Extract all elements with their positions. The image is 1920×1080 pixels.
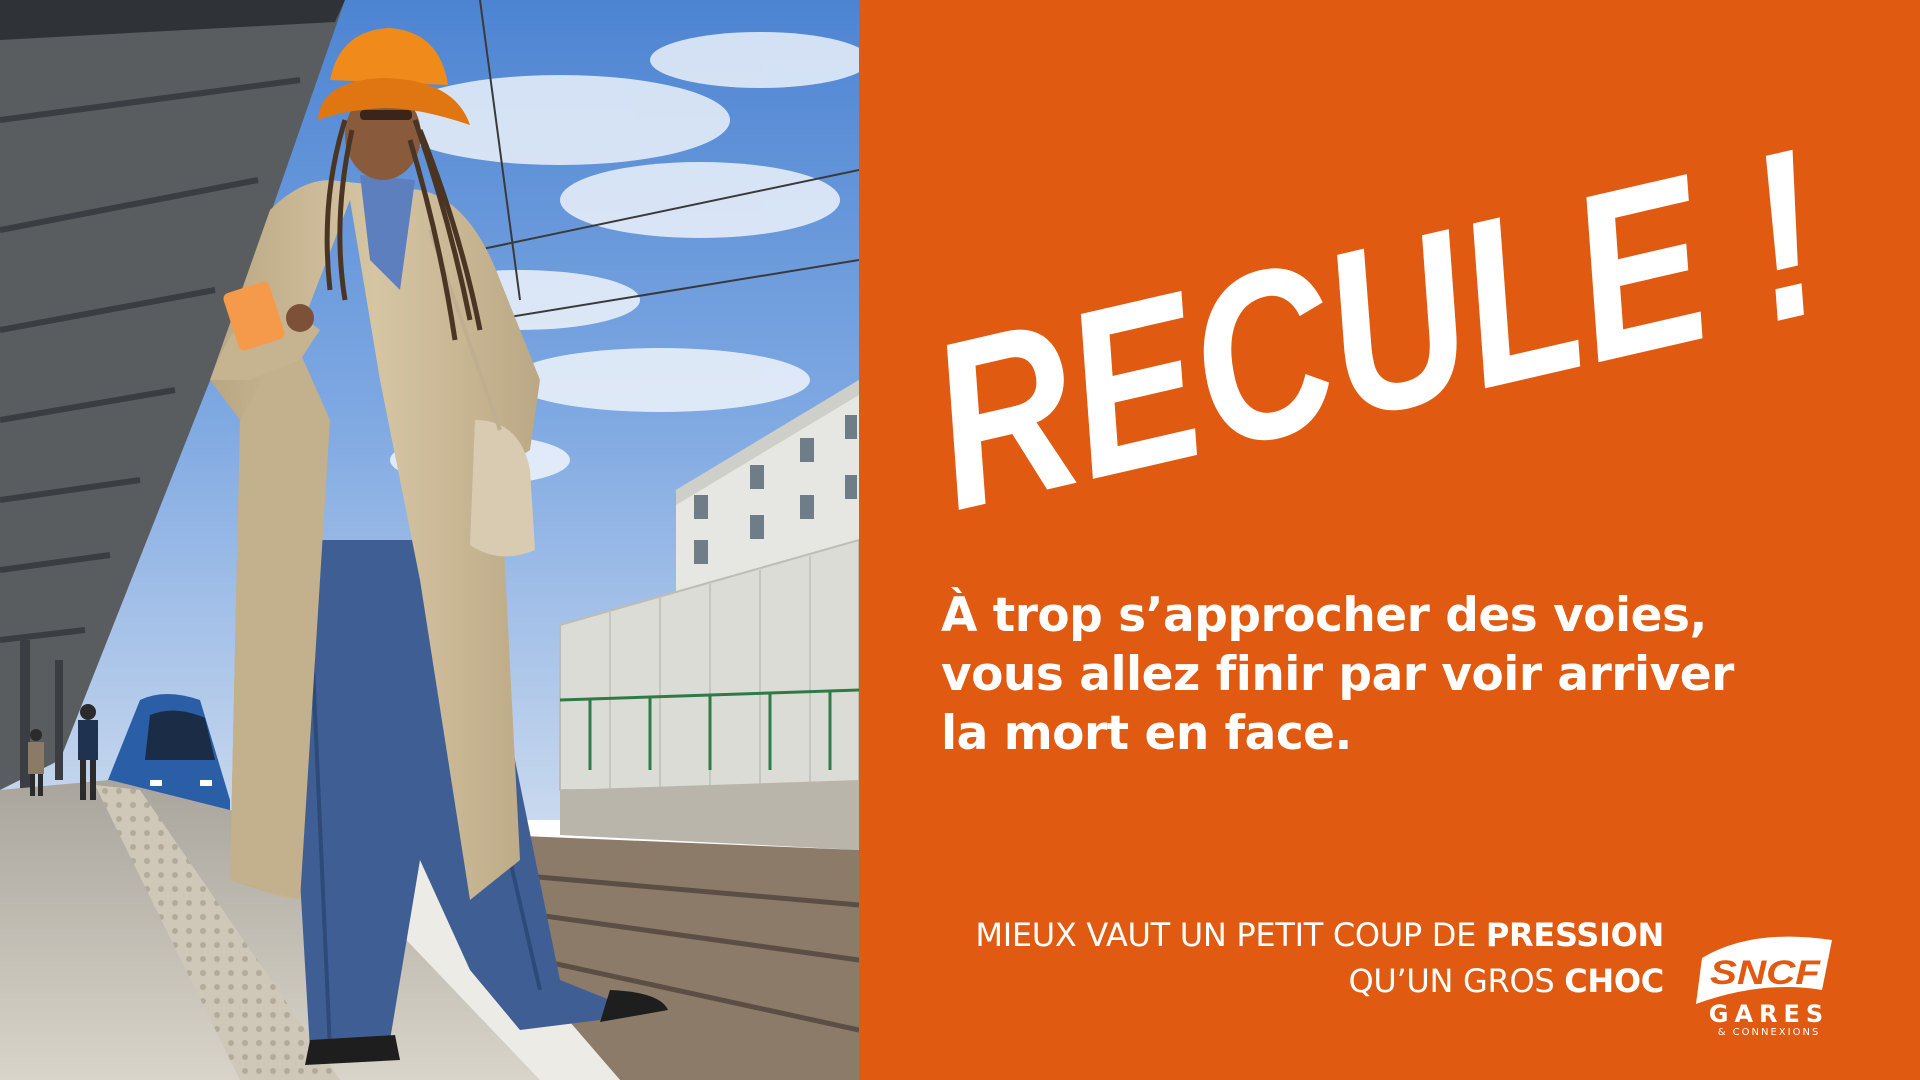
- headline: RECULE !: [907, 98, 1844, 560]
- tagline: MIEUX VAUT UN PETIT COUP DE PRESSION QU’…: [975, 912, 1664, 1004]
- tagline-line-1-bold: PRESSION: [1485, 916, 1664, 954]
- sncf-logo-gares: GARES: [1708, 1000, 1830, 1028]
- headline-graphic: RECULE !: [907, 98, 1844, 560]
- tagline-line-1: MIEUX VAUT UN PETIT COUP DE PRESSION: [975, 912, 1664, 958]
- sncf-logo-brand: SNCF: [1710, 954, 1821, 992]
- platform-photo: [0, 0, 859, 1080]
- body-line-3: la mort en face.: [941, 706, 1352, 761]
- body-line-1: À trop s’approcher des voies,: [941, 588, 1707, 643]
- sncf-logo-connexions: & CONNEXIONS: [1717, 1027, 1821, 1038]
- photo-panel: [0, 0, 859, 1080]
- tagline-line-2: QU’UN GROS CHOC: [975, 958, 1665, 1004]
- body-text: À trop s’approcher des voies, vous allez…: [941, 586, 1841, 763]
- tagline-line-1-regular: MIEUX VAUT UN PETIT COUP DE: [975, 916, 1486, 954]
- text-panel: RECULE ! À trop s’approcher des voies, v…: [859, 0, 1920, 1080]
- tagline-line-2-regular: QU’UN GROS: [1348, 962, 1565, 1000]
- body-line-2: vous allez finir par voir arriver: [941, 647, 1734, 702]
- tagline-line-2-bold: CHOC: [1564, 962, 1664, 1000]
